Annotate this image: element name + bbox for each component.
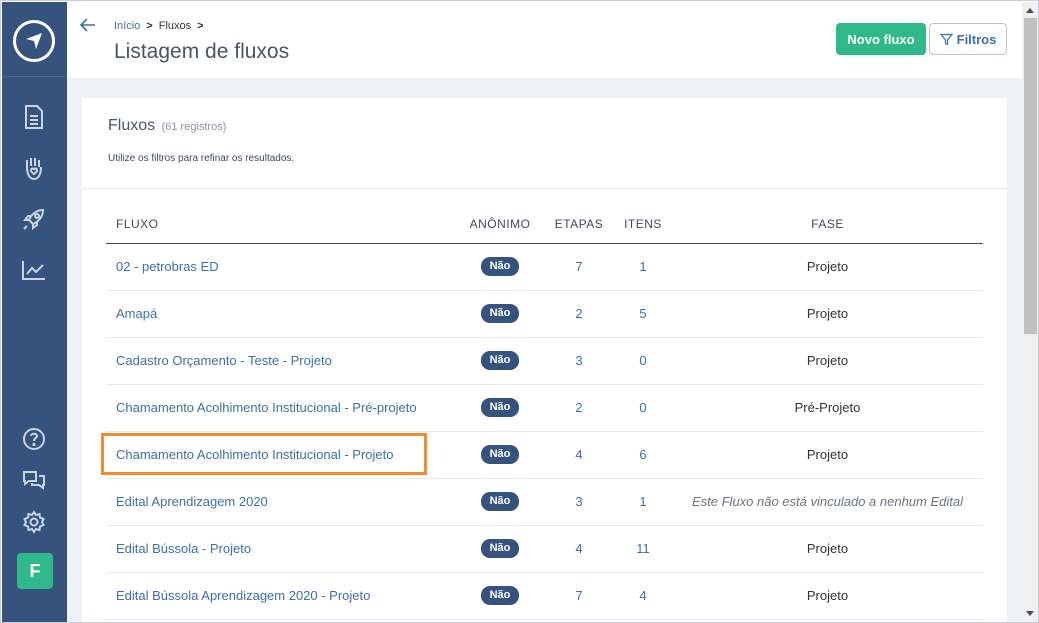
breadcrumb-home[interactable]: Início bbox=[114, 20, 140, 32]
table-row[interactable]: Edital Aprendizagem 2020 Não 3 1 Este Fl… bbox=[106, 478, 983, 526]
phase-cell: Pré-Projeto bbox=[672, 384, 983, 432]
anonymous-badge: Não bbox=[480, 304, 520, 323]
items-count: 1 bbox=[614, 243, 672, 291]
avatar[interactable]: F bbox=[17, 553, 53, 589]
card-title-text: Fluxos bbox=[108, 117, 156, 134]
items-count: 11 bbox=[614, 525, 672, 573]
new-flow-button[interactable]: Novo fluxo bbox=[836, 23, 926, 55]
table-row[interactable]: Edital Bússola Aprendizagem 2020 - Proje… bbox=[106, 572, 983, 620]
card-description: Utilize os filtros para refinar os resul… bbox=[108, 153, 295, 164]
anonymous-badge: Não bbox=[480, 398, 520, 417]
filter-button-label: Filtros bbox=[956, 31, 997, 47]
steps-count: 7 bbox=[544, 243, 614, 291]
table-row[interactable]: 02 - petrobras ED Não 7 1 Projeto bbox=[106, 243, 983, 291]
steps-count: 2 bbox=[544, 384, 614, 432]
items-count: 4 bbox=[614, 572, 672, 620]
flows-table: FLUXO ANÔNIMO ETAPAS ITENS FASE 02 - pet… bbox=[101, 206, 983, 620]
card-divider bbox=[82, 188, 1007, 189]
scroll-down-arrow-icon[interactable] bbox=[1026, 611, 1034, 616]
filter-icon bbox=[939, 33, 953, 45]
help-icon[interactable] bbox=[18, 423, 50, 455]
chat-icon[interactable] bbox=[18, 464, 50, 496]
scroll-up-arrow-icon[interactable] bbox=[1026, 8, 1034, 13]
document-icon[interactable] bbox=[18, 101, 50, 133]
items-count: 0 bbox=[614, 337, 672, 385]
flows-card: Fluxos (61 registros) Utilize os filtros… bbox=[82, 98, 1007, 622]
table-row[interactable]: Chamamento Acolhimento Institucional - P… bbox=[106, 384, 983, 432]
column-header-fluxo[interactable]: FLUXO bbox=[106, 206, 456, 244]
main-content: Início > Fluxos > Listagem de fluxos Nov… bbox=[67, 2, 1022, 622]
steps-count: 7 bbox=[544, 572, 614, 620]
flow-name-link[interactable]: Amapá bbox=[116, 306, 157, 321]
chart-icon[interactable] bbox=[18, 254, 50, 286]
table-row[interactable]: Chamamento Acolhimento Institucional - P… bbox=[101, 431, 983, 479]
table-row[interactable]: Amapá Não 2 5 Projeto bbox=[106, 290, 983, 338]
anonymous-badge: Não bbox=[480, 539, 520, 558]
phase-cell: Projeto bbox=[672, 572, 983, 620]
steps-count: 3 bbox=[544, 478, 614, 526]
flow-name-link[interactable]: Chamamento Acolhimento Institucional - P… bbox=[116, 400, 417, 415]
steps-count: 4 bbox=[544, 431, 614, 479]
breadcrumb-separator: > bbox=[197, 20, 204, 32]
flow-name-link[interactable]: Edital Aprendizagem 2020 bbox=[116, 494, 268, 509]
anonymous-badge: Não bbox=[480, 257, 520, 276]
column-header-etapas[interactable]: ETAPAS bbox=[544, 206, 614, 244]
table-row[interactable]: Edital Bússola - Projeto Não 4 11 Projet… bbox=[106, 525, 983, 573]
steps-count: 4 bbox=[544, 525, 614, 573]
sidebar-divider bbox=[2, 76, 67, 77]
flow-name-link[interactable]: Cadastro Orçamento - Teste - Projeto bbox=[116, 353, 332, 368]
breadcrumb-separator: > bbox=[146, 20, 153, 32]
settings-icon[interactable] bbox=[18, 506, 50, 538]
phase-cell: Projeto bbox=[672, 243, 983, 291]
steps-count: 3 bbox=[544, 337, 614, 385]
flow-name-link[interactable]: Edital Bússola - Projeto bbox=[116, 541, 251, 556]
table-header-row: FLUXO ANÔNIMO ETAPAS ITENS FASE bbox=[106, 206, 983, 244]
scroll-thumb[interactable] bbox=[1024, 18, 1037, 334]
header: Início > Fluxos > Listagem de fluxos Nov… bbox=[67, 2, 1022, 78]
page-title: Listagem de fluxos bbox=[114, 40, 290, 63]
vertical-scrollbar[interactable] bbox=[1022, 2, 1038, 622]
rocket-icon[interactable] bbox=[18, 203, 50, 235]
breadcrumb: Início > Fluxos > bbox=[114, 20, 204, 32]
items-count: 1 bbox=[614, 478, 672, 526]
flow-name-link[interactable]: 02 - petrobras ED bbox=[116, 259, 219, 274]
items-count: 6 bbox=[614, 431, 672, 479]
breadcrumb-current: Fluxos bbox=[158, 20, 192, 32]
anonymous-badge: Não bbox=[480, 445, 520, 464]
phase-cell: Projeto bbox=[672, 337, 983, 385]
column-header-anonimo[interactable]: ANÔNIMO bbox=[456, 206, 544, 244]
phase-cell: Projeto bbox=[672, 290, 983, 338]
flow-name-text: Chamamento Acolhimento Institucional - P… bbox=[116, 447, 394, 462]
phase-cell: Projeto bbox=[672, 525, 983, 573]
column-header-itens[interactable]: ITENS bbox=[614, 206, 672, 244]
items-count: 0 bbox=[614, 384, 672, 432]
filter-button[interactable]: Filtros bbox=[929, 23, 1007, 55]
phase-cell: Projeto bbox=[672, 431, 983, 479]
back-arrow-icon[interactable] bbox=[79, 16, 97, 34]
anonymous-badge: Não bbox=[480, 492, 520, 511]
navigation-logo-icon[interactable] bbox=[13, 20, 55, 62]
phase-cell: Este Fluxo não está vinculado a nenhum E… bbox=[672, 478, 983, 526]
record-count: (61 registros) bbox=[161, 121, 227, 133]
hand-heart-icon[interactable] bbox=[18, 152, 50, 184]
flow-name-link[interactable]: Edital Bússola Aprendizagem 2020 - Proje… bbox=[116, 588, 370, 603]
anonymous-badge: Não bbox=[480, 351, 520, 370]
flow-name-link[interactable]: Chamamento Acolhimento Institucional - P… bbox=[101, 433, 427, 475]
anonymous-badge: Não bbox=[480, 586, 520, 605]
sidebar: F bbox=[2, 2, 67, 622]
table-row[interactable]: Cadastro Orçamento - Teste - Projeto Não… bbox=[106, 337, 983, 385]
column-header-fase[interactable]: FASE bbox=[672, 206, 983, 244]
card-title: Fluxos (61 registros) bbox=[108, 117, 226, 135]
items-count: 5 bbox=[614, 290, 672, 338]
steps-count: 2 bbox=[544, 290, 614, 338]
